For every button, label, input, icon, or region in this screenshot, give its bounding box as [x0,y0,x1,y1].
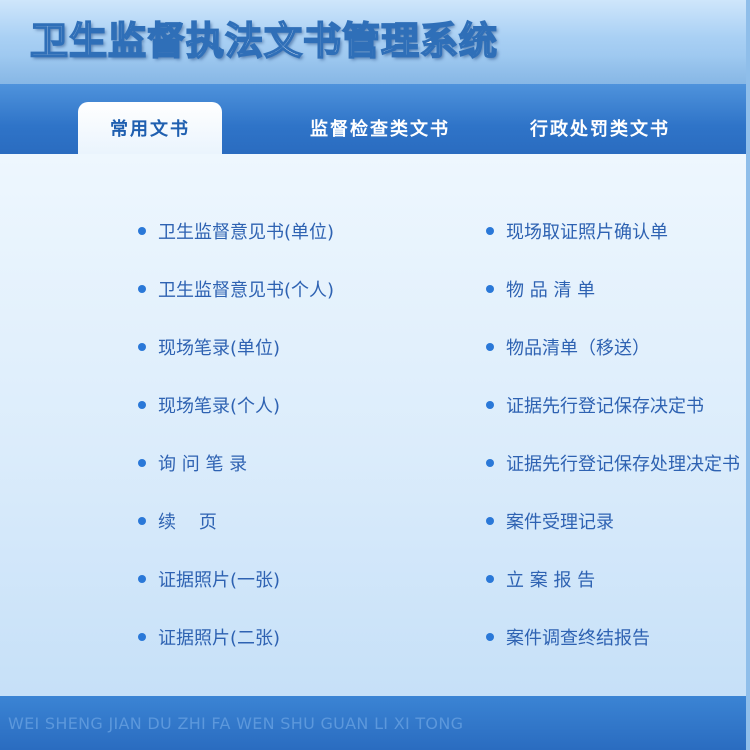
bullet-icon [138,227,146,235]
tab-common-docs[interactable]: 常用文书 [78,102,222,154]
bullet-icon [138,575,146,583]
doc-link-label: 现场笔录(单位) [158,338,281,359]
doc-link[interactable]: 案件调查终结报告 [486,608,740,666]
bullet-icon [486,633,494,641]
doc-link-label: 案件受理记录 [506,512,614,533]
doc-link[interactable]: 现场笔录(单位) [138,318,334,376]
bullet-icon [138,459,146,467]
footer-bar: WEI SHENG JIAN DU ZHI FA WEN SHU GUAN LI… [0,696,750,750]
tab-penalty-docs[interactable]: 行政处罚类文书 [520,102,680,154]
doc-link-label: 证据照片(一张) [158,570,281,591]
bullet-icon [486,517,494,525]
bullet-icon [486,227,494,235]
document-list-panel: 卫生监督意见书(单位) 卫生监督意见书(个人) 现场笔录(单位) 现场笔录(个人… [0,154,750,696]
doc-link[interactable]: 案件受理记录 [486,492,740,550]
doc-link-label: 询 问 笔 录 [158,454,248,475]
header-banner: 卫生监督执法文书管理系统 [0,0,750,84]
doc-link[interactable]: 物 品 清 单 [486,260,740,318]
doc-link-label: 现场笔录(个人) [158,396,281,417]
doc-link[interactable]: 卫生监督意见书(个人) [138,260,334,318]
doc-link[interactable]: 立 案 报 告 [486,550,740,608]
doc-link-label: 续 页 [158,512,217,533]
footer-pinyin-title: WEI SHENG JIAN DU ZHI FA WEN SHU GUAN LI… [8,714,464,733]
doc-link-label: 证据先行登记保存处理决定书 [506,454,740,475]
doc-link-label: 卫生监督意见书(个人) [158,280,335,301]
bullet-icon [138,285,146,293]
bullet-icon [138,343,146,351]
window-edge [746,0,750,750]
doc-link[interactable]: 物品清单（移送） [486,318,740,376]
doc-link[interactable]: 现场取证照片确认单 [486,202,740,260]
doc-link[interactable]: 询 问 笔 录 [138,434,334,492]
doc-link-label: 案件调查终结报告 [506,628,650,649]
bullet-icon [138,633,146,641]
bullet-icon [486,575,494,583]
doc-link-label: 立 案 报 告 [506,570,596,591]
doc-link-label: 证据照片(二张) [158,628,281,649]
doc-link-label: 现场取证照片确认单 [506,222,668,243]
doc-link-label: 物 品 清 单 [506,280,596,301]
doc-link-label: 物品清单（移送） [506,338,650,359]
bullet-icon [138,401,146,409]
tab-inspection-docs[interactable]: 监督检查类文书 [300,102,460,154]
bullet-icon [486,459,494,467]
doc-link[interactable]: 现场笔录(个人) [138,376,334,434]
bullet-icon [486,285,494,293]
doc-link[interactable]: 卫生监督意见书(单位) [138,202,334,260]
document-list-left: 卫生监督意见书(单位) 卫生监督意见书(个人) 现场笔录(单位) 现场笔录(个人… [138,202,334,666]
app-title: 卫生监督执法文书管理系统 [29,18,499,64]
document-list-right: 现场取证照片确认单 物 品 清 单 物品清单（移送） 证据先行登记保存决定书 证… [486,202,740,666]
doc-link-label: 证据先行登记保存决定书 [506,396,704,417]
tab-bar: 常用文书 监督检查类文书 行政处罚类文书 [0,84,750,154]
bullet-icon [486,401,494,409]
doc-link[interactable]: 证据照片(二张) [138,608,334,666]
doc-link[interactable]: 证据照片(一张) [138,550,334,608]
doc-link[interactable]: 续 页 [138,492,334,550]
doc-link-label: 卫生监督意见书(单位) [158,222,335,243]
bullet-icon [486,343,494,351]
doc-link[interactable]: 证据先行登记保存决定书 [486,376,740,434]
bullet-icon [138,517,146,525]
doc-link[interactable]: 证据先行登记保存处理决定书 [486,434,740,492]
app-window: 卫生监督执法文书管理系统 常用文书 监督检查类文书 行政处罚类文书 卫生监督意见… [0,0,750,750]
